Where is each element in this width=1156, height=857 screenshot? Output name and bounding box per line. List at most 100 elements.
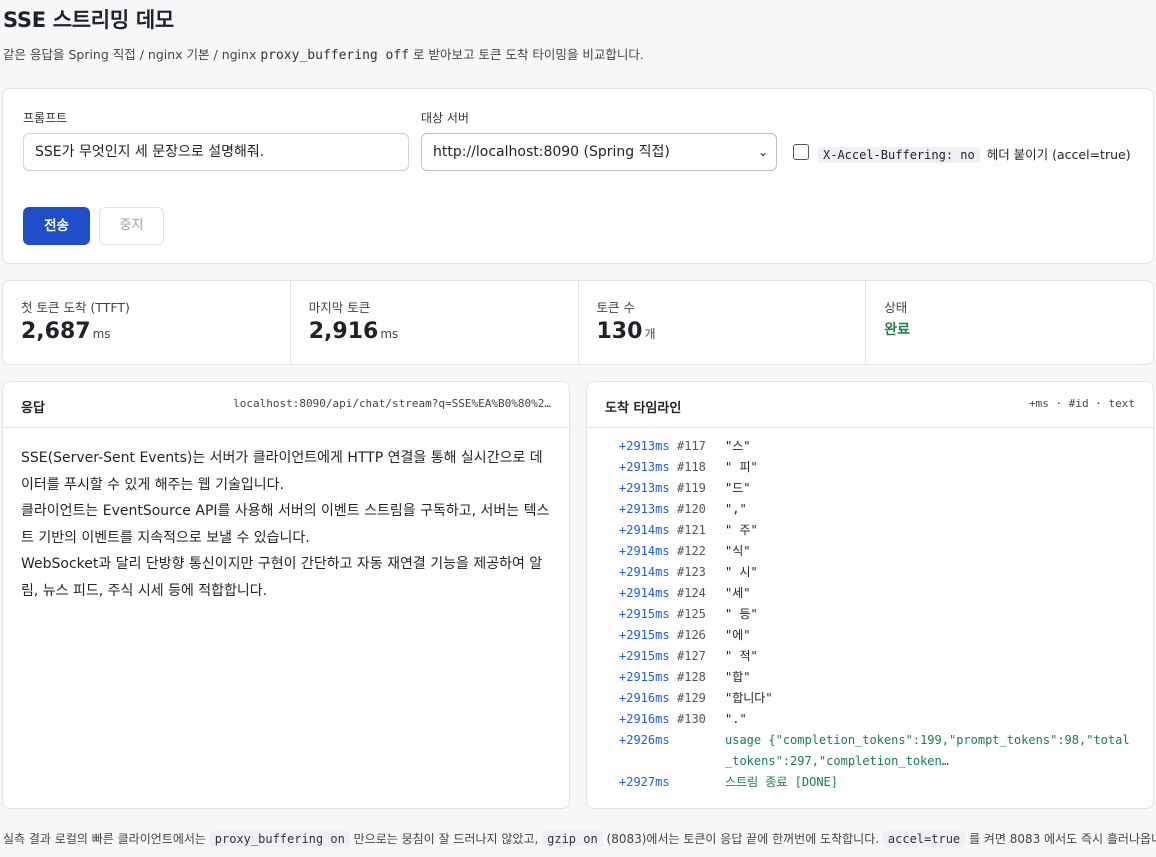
timeline-row: +2913ms #117 "스" xyxy=(587,436,1153,457)
timeline-id: #126 xyxy=(677,628,706,642)
timeline-token: " 주" xyxy=(725,523,758,537)
prompt-label: 프롬프트 xyxy=(23,111,68,125)
metric-token-count: 토큰 수 130 개 xyxy=(579,281,867,364)
timeline-token: "스" xyxy=(725,439,751,453)
response-panel-header: 응답 localhost:8090/api/chat/stream?q=SSE%… xyxy=(3,382,569,428)
timeline-ms: +2914ms xyxy=(619,523,670,537)
timeline-id: #123 xyxy=(677,565,706,579)
timeline-usage-text: usage {"completion_tokens":199,"prompt_t… xyxy=(725,733,1130,768)
metric-status: 상태 완료 xyxy=(866,281,1153,364)
timeline-ms: +2926ms xyxy=(619,733,670,747)
timeline-row: +2915ms #128 "합" xyxy=(587,667,1153,688)
status-badge: 완료 xyxy=(884,322,911,338)
timeline-id: #130 xyxy=(677,712,706,726)
footer-note: 실측 결과 로컬의 빠른 클라이언트에서는 proxy_buffering on… xyxy=(3,831,1156,847)
metric-label: 첫 토큰 도착 (TTFT) xyxy=(21,300,130,315)
metric-value: 2,916 ms xyxy=(308,319,399,344)
timeline-panel-header: 도착 타임라인 +ms · #id · text xyxy=(587,382,1153,428)
timeline-id: #125 xyxy=(677,607,706,621)
timeline-ms: +2914ms xyxy=(619,565,670,579)
timeline-id: #128 xyxy=(677,670,706,684)
timeline-ms: +2915ms xyxy=(619,649,670,663)
timeline-ms: +2916ms xyxy=(619,712,670,726)
response-line: 트 기반의 이벤트를 지속적으로 보낼 수 있습니다. xyxy=(21,529,310,546)
timeline-row: +2913ms #120 "," xyxy=(587,499,1153,520)
timeline-token: "합" xyxy=(725,670,751,684)
timeline-row: +2916ms #130 "." xyxy=(587,709,1153,730)
response-line: SSE(Server-Sent Events)는 서버가 클라이언트에게 HTT… xyxy=(21,450,543,466)
timeline-row: +2914ms #124 "세" xyxy=(587,583,1153,604)
response-panel: 응답 localhost:8090/api/chat/stream?q=SSE%… xyxy=(2,381,570,809)
timeline-row: +2916ms #129 "합니다" xyxy=(587,688,1153,709)
timeline-row: +2914ms #123 " 시" xyxy=(587,562,1153,583)
timeline-panel: 도착 타임라인 +ms · #id · text " +2913ms#117"스… xyxy=(586,381,1154,809)
timeline-ms: +2913ms xyxy=(619,460,670,474)
timeline-ms: +2914ms xyxy=(619,544,670,558)
timeline-row: +2913ms #119 "드" xyxy=(587,478,1153,499)
chevron-down-icon: ⌄ xyxy=(757,145,768,159)
timeline-row: +2914ms #122 "식" xyxy=(587,541,1153,562)
page-title: SSE 스트리밍 데모 xyxy=(3,8,174,32)
response-line: 이터를 푸시할 수 있게 해주는 웹 기술입니다. xyxy=(21,476,284,493)
metric-last-token: 마지막 토큰 2,916 ms xyxy=(291,281,579,364)
response-url: localhost:8090/api/chat/stream?q=SSE%EA%… xyxy=(233,397,551,410)
timeline-usage-row: +2926ms usage {"completion_tokens":199,"p… xyxy=(587,730,1153,772)
timeline-id: #121 xyxy=(677,523,706,537)
page-subtitle: 같은 응답을 Spring 직접 / nginx 기본 / nginx prox… xyxy=(3,47,644,63)
metric-label: 토큰 수 xyxy=(596,300,635,315)
timeline-token: "합니다" xyxy=(725,691,773,705)
timeline-token: "," xyxy=(725,502,747,516)
metric-ttft: 첫 토큰 도착 (TTFT) 2,687 ms xyxy=(3,281,291,364)
response-body: SSE(Server-Sent Events)는 서버가 클라이언트에게 HTT… xyxy=(3,428,569,604)
metrics-bar: 첫 토큰 도착 (TTFT) 2,687 ms 마지막 토큰 2,916 ms 토큰… xyxy=(2,280,1154,365)
timeline-token: " 시" xyxy=(725,565,758,579)
timeline-list[interactable]: " +2913ms#117"스"+2913ms#118" 피"+2913ms#1… xyxy=(587,429,1153,808)
server-select[interactable]: http://localhost:8090 (Spring 직접) ⌄ xyxy=(421,133,777,171)
timeline-id: #118 xyxy=(677,460,706,474)
response-line: WebSocket과 달리 단방향 통신이지만 구현이 간단하고 자동 재연결 … xyxy=(21,556,543,572)
timeline-token: " 등" xyxy=(725,607,758,621)
timeline-ms: +2914ms xyxy=(619,586,670,600)
timeline-token: " 적" xyxy=(725,649,758,663)
metric-label: 마지막 토큰 xyxy=(308,300,371,315)
timeline-legend: +ms · #id · text xyxy=(1029,397,1135,410)
request-form: 프롬프트 SSE가 무엇인지 세 문장으로 설명해줘. 대상 서버 http:/… xyxy=(2,88,1154,264)
timeline-id: #127 xyxy=(677,649,706,663)
timeline-ms: +2913ms xyxy=(619,439,670,453)
metric-label: 상태 xyxy=(884,300,908,315)
timeline-row: +2913ms #118 " 피" xyxy=(587,457,1153,478)
server-select-value: http://localhost:8090 (Spring 직접) xyxy=(433,144,670,160)
timeline-token: " 피" xyxy=(725,460,758,474)
prompt-input[interactable]: SSE가 무엇인지 세 문장으로 설명해줘. xyxy=(23,133,409,171)
timeline-ms: +2913ms xyxy=(619,481,670,495)
timeline-id: #122 xyxy=(677,544,706,558)
timeline-ms: +2913ms xyxy=(619,502,670,516)
timeline-token: "세" xyxy=(725,586,751,600)
timeline-row: +2915ms #125 " 등" xyxy=(587,604,1153,625)
timeline-id: #129 xyxy=(677,691,706,705)
send-button[interactable]: 전송 xyxy=(23,207,90,245)
accel-checkbox-label[interactable]: X-Accel-Buffering: no 헤더 붙이기 (accel=true… xyxy=(818,144,1131,163)
timeline-row: +2914ms #121 " 주" xyxy=(587,520,1153,541)
timeline-id: #117 xyxy=(677,439,706,453)
timeline-done-row: +2927ms 스트림 종료 [DONE] xyxy=(587,772,1153,793)
timeline-token: "식" xyxy=(725,544,751,558)
response-line: 클라이언트는 EventSource API를 사용해 서버의 이벤트 스트림을… xyxy=(21,503,550,519)
timeline-row: +2915ms #126 "에" xyxy=(587,625,1153,646)
timeline-id: #119 xyxy=(677,481,706,495)
timeline-id: #124 xyxy=(677,586,706,600)
timeline-title: 도착 타임라인 xyxy=(605,401,682,416)
metric-value: 2,687 ms xyxy=(21,319,111,344)
timeline-token: "에" xyxy=(725,628,751,642)
timeline-id: #120 xyxy=(677,502,706,516)
stop-button[interactable]: 중지 xyxy=(99,207,164,245)
timeline-done-text: 스트림 종료 [DONE] xyxy=(725,775,838,789)
response-line: 림, 뉴스 피드, 주식 시세 등에 적합합니다. xyxy=(21,582,268,599)
timeline-token: "드" xyxy=(725,481,751,495)
timeline-row: +2915ms #127 " 적" xyxy=(587,646,1153,667)
timeline-token: "." xyxy=(725,712,747,726)
accel-checkbox[interactable] xyxy=(793,144,809,160)
timeline-ms: +2916ms xyxy=(619,691,670,705)
timeline-ms: +2927ms xyxy=(619,775,670,789)
timeline-ms: +2915ms xyxy=(619,670,670,684)
